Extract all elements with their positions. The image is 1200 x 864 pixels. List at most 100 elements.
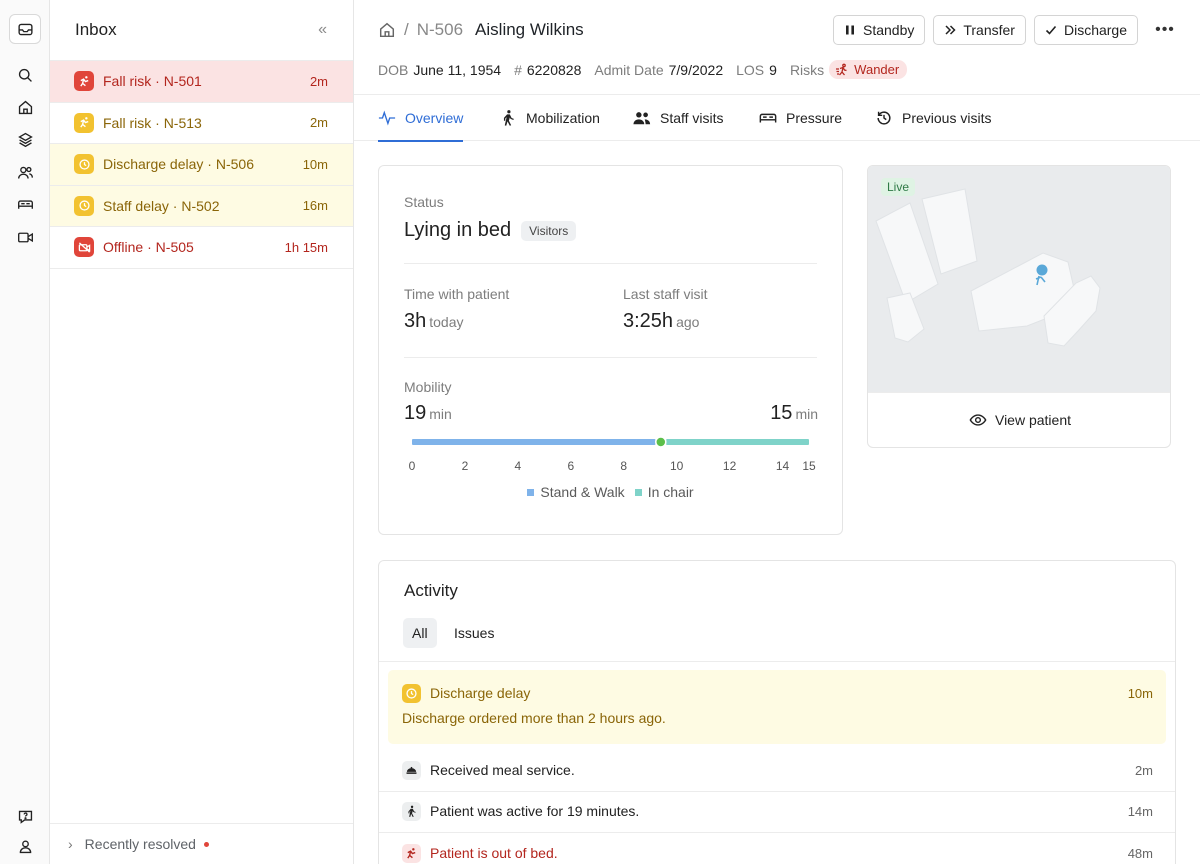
legend-swatch — [634, 488, 642, 496]
user-icon — [19, 840, 31, 853]
tab-overview[interactable]: Overview — [378, 95, 464, 142]
home-nav-button[interactable] — [9, 92, 41, 122]
recently-resolved-label: Recently resolved — [84, 836, 196, 852]
x-tick-label: 14 — [776, 459, 790, 473]
mobility-bar-segment-2 — [666, 439, 809, 445]
activity-row-discharge-delay: Discharge delay 10m — [402, 683, 1153, 703]
mobility-label: Mobility — [404, 379, 452, 395]
layers-icon — [17, 132, 33, 147]
clock-icon — [74, 154, 94, 175]
mobility-stand-walk-total: 19 min — [404, 402, 452, 425]
x-tick-label: 10 — [670, 459, 684, 473]
inbox-item[interactable]: Discharge delay · N-506 10m — [50, 144, 353, 186]
activity-time: 14m — [1127, 803, 1153, 819]
view-patient-button[interactable]: View patient — [868, 392, 1170, 447]
users-icon — [17, 166, 33, 179]
visitors-chip: Visitors — [521, 220, 577, 241]
status-label: Status — [404, 194, 444, 210]
help-nav-button[interactable] — [9, 801, 41, 831]
tab-pressure[interactable]: Pressure — [759, 95, 842, 141]
more-options-icon[interactable]: ••• — [1150, 15, 1180, 45]
wander-icon — [836, 63, 847, 75]
search-nav-button[interactable] — [9, 60, 41, 90]
divider — [379, 661, 1175, 662]
check-icon — [1045, 25, 1057, 35]
tab-previous-visits[interactable]: Previous visits — [875, 95, 991, 141]
recently-resolved-toggle[interactable]: › Recently resolved — [50, 823, 353, 864]
inbox-item[interactable]: Staff delay · N-502 16m — [50, 185, 353, 227]
collapse-panel-icon[interactable]: « — [318, 21, 327, 39]
tab-mobilization[interactable]: Mobilization — [499, 95, 600, 141]
inbox-item-room: N-501 — [163, 73, 202, 90]
activity-row[interactable]: Received meal service. 2m — [402, 760, 1153, 780]
header-actions: Standby Transfer Discharge ••• — [832, 15, 1180, 45]
mobility-left-unit: min — [429, 406, 452, 422]
divider — [404, 263, 817, 264]
activity-highlight[interactable] — [388, 670, 1166, 744]
inbox-item-time: 10m — [302, 156, 328, 172]
inbox-nav-button[interactable] — [9, 14, 41, 44]
last-staff-visit-label: Last staff visit — [623, 286, 708, 302]
home-breadcrumb-icon[interactable] — [378, 21, 396, 39]
chevron-right-icon: › — [68, 836, 73, 852]
legend-item: Stand & Walk — [527, 484, 625, 500]
admit-value: 7/9/2022 — [668, 61, 724, 78]
activity-row[interactable]: Patient was active for 19 minutes. 14m — [402, 801, 1153, 821]
activity-detail: Discharge ordered more than 2 hours ago. — [402, 710, 666, 726]
activity-time: 48m — [1127, 845, 1153, 861]
activity-title: Activity — [404, 581, 458, 600]
inbox-item-separator: · — [143, 239, 156, 256]
breadcrumb-separator: / — [404, 20, 409, 39]
mobility-right-unit: min — [795, 406, 818, 422]
inbox-header: Inbox « — [50, 0, 353, 60]
risks-label: Risks — [789, 61, 825, 78]
x-tick-label: 15 — [802, 459, 816, 473]
help-icon — [18, 810, 32, 824]
clock-icon — [402, 683, 421, 703]
beds-nav-button[interactable] — [9, 189, 41, 219]
discharge-label: Discharge — [1063, 22, 1127, 38]
icon-rail — [0, 0, 50, 864]
patient-meta: DOB June 11, 1954 # 6220828 Admit Date 7… — [378, 60, 908, 79]
legend-label: Stand & Walk — [540, 484, 625, 500]
inbox-item[interactable]: Offline · N-505 1h 15m — [50, 227, 353, 269]
bed-pressure-icon — [759, 113, 777, 123]
users-nav-button[interactable] — [9, 157, 41, 187]
layers-nav-button[interactable] — [9, 124, 41, 154]
inbox-item-separator: · — [151, 114, 164, 131]
video-icon — [17, 232, 33, 242]
profile-nav-button[interactable] — [9, 831, 41, 861]
walking-icon — [402, 801, 421, 821]
standby-button[interactable]: Standby — [832, 15, 926, 45]
inbox-item-room: N-502 — [181, 197, 220, 214]
mobility-legend: Stand & Walk In chair — [379, 484, 842, 500]
activity-time: 10m — [1127, 685, 1153, 701]
inbox-item-room: N-506 — [215, 156, 254, 173]
tab-staff-visits[interactable]: Staff visits — [633, 95, 724, 141]
breadcrumb-room[interactable]: N-506 — [417, 20, 463, 40]
id-value: 6220828 — [526, 61, 582, 78]
los-value: 9 — [769, 61, 777, 78]
video-nav-button[interactable] — [9, 222, 41, 252]
inbox-item-time: 2m — [309, 115, 328, 131]
x-tick-label: 2 — [462, 459, 469, 473]
room-map[interactable]: Live — [868, 166, 1170, 393]
x-tick-label: 0 — [409, 459, 416, 473]
inbox-item-kind: Fall risk — [103, 73, 152, 90]
time-with-patient-suffix: today — [429, 314, 464, 330]
discharge-button[interactable]: Discharge — [1033, 15, 1138, 45]
inbox-panel: Inbox « Fall risk · N-501 2m Fall risk ·… — [50, 0, 354, 864]
time-with-patient-value: 3h today — [404, 310, 464, 333]
inbox-item[interactable]: Fall risk · N-501 2m — [50, 61, 353, 103]
transfer-button[interactable]: Transfer — [933, 15, 1026, 45]
room-map-card: Live View patient — [867, 165, 1171, 448]
activity-row[interactable]: Patient is out of bed. 48m — [402, 843, 1153, 863]
live-badge: Live — [881, 178, 916, 196]
mobility-bar-segment-1 — [412, 439, 656, 445]
activity-time: 2m — [1134, 762, 1153, 778]
x-tick-label: 4 — [515, 459, 522, 473]
map-shape — [886, 292, 925, 343]
filter-all[interactable]: All — [403, 618, 437, 648]
inbox-item[interactable]: Fall risk · N-513 2m — [50, 103, 353, 144]
filter-issues[interactable]: Issues — [445, 618, 503, 648]
